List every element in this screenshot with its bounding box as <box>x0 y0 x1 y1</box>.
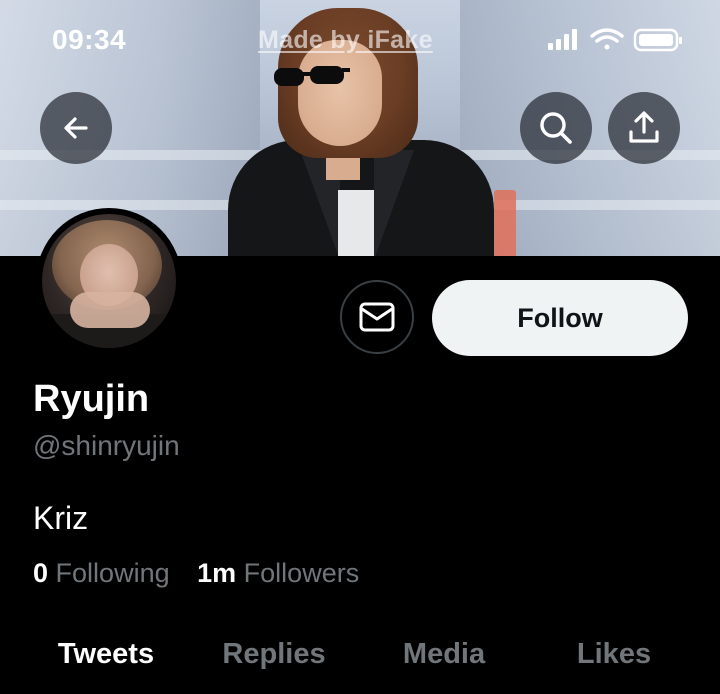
avatar-image <box>42 214 176 348</box>
status-icons <box>548 28 682 52</box>
message-button[interactable] <box>340 280 414 354</box>
tab-likes[interactable]: Likes <box>577 638 651 671</box>
share-upload-icon <box>629 111 659 143</box>
user-handle: @shinryujin <box>33 430 180 461</box>
banner-coat-lapel <box>374 150 414 256</box>
following-stat[interactable]: 0 Following <box>33 558 170 589</box>
tab-tweets[interactable]: Tweets <box>58 638 154 671</box>
following-count: 0 <box>33 558 49 588</box>
profile-bio: Kriz <box>33 500 89 536</box>
watermark-text: Made by iFake <box>258 26 433 54</box>
battery-icon <box>633 28 682 52</box>
search-icon <box>540 112 572 144</box>
banner-orange-post <box>494 190 516 256</box>
envelope-icon <box>359 302 395 332</box>
status-time: 09:34 <box>52 24 127 55</box>
avatar[interactable] <box>36 208 182 354</box>
tab-replies[interactable]: Replies <box>222 638 325 671</box>
followers-count: 1m <box>197 558 237 588</box>
display-name: Ryujin <box>33 378 150 420</box>
arrow-left-icon <box>64 117 88 139</box>
status-bar: 09:34 Made by iFake <box>0 0 720 80</box>
following-label: Following <box>55 558 170 588</box>
follow-stats: 0 Following 1m Followers <box>33 558 359 589</box>
cellular-signal-icon <box>548 29 577 50</box>
profile-tabs: Tweets Replies Media Likes <box>0 632 720 682</box>
back-button[interactable] <box>40 92 112 164</box>
search-button[interactable] <box>520 92 592 164</box>
tab-media[interactable]: Media <box>403 638 485 671</box>
banner-person-shirt <box>338 190 374 256</box>
followers-stat[interactable]: 1m Followers <box>197 558 359 589</box>
follow-button[interactable]: Follow <box>432 280 688 356</box>
share-button[interactable] <box>608 92 680 164</box>
avatar-hand <box>70 292 150 328</box>
followers-label: Followers <box>243 558 360 588</box>
wifi-icon <box>590 28 624 50</box>
